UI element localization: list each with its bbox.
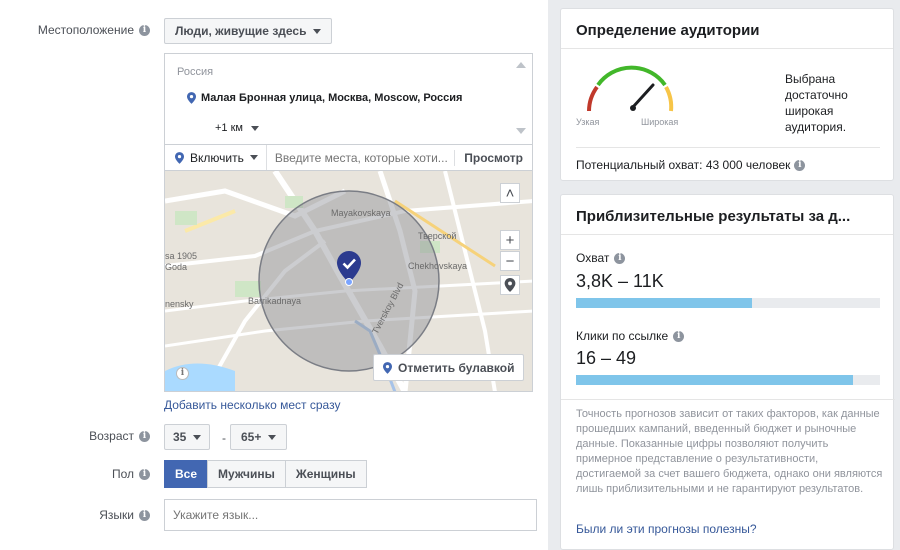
map-label-barrikadnaya: Barrikadnaya	[248, 296, 302, 306]
gauge-icon	[587, 65, 674, 112]
zoom-in-button[interactable]: +	[500, 230, 520, 250]
locate-button[interactable]	[500, 275, 520, 295]
location-pin-icon	[175, 151, 184, 164]
gender-women-button[interactable]: Женщины	[284, 460, 367, 488]
link-clicks-label-row: Клики по ссылке i	[576, 329, 685, 343]
languages-input[interactable]	[164, 499, 537, 531]
age-max-value: 65+	[241, 430, 262, 444]
languages-label: Языки	[99, 508, 134, 522]
map-label-goda: Goda	[165, 262, 188, 272]
drop-pin-button[interactable]: Отметить булавкой	[373, 354, 525, 381]
chevron-up-icon: ˄	[505, 184, 515, 202]
location-label: Местоположение	[37, 23, 134, 37]
audience-definition-card: Определение аудитории Узкая Широкая Выбр…	[560, 8, 894, 181]
selected-location[interactable]: Малая Бронная улица, Москва, Moscow, Рос…	[187, 92, 462, 104]
map-label-tverskoy: Тверской	[418, 231, 457, 241]
add-many-locations-link[interactable]: Добавить несколько мест сразу	[164, 398, 340, 412]
scroll-up-icon[interactable]	[516, 62, 526, 68]
caret-down-icon	[193, 434, 202, 440]
drop-pin-label: Отметить булавкой	[398, 360, 515, 375]
location-label-row: Местоположение i	[38, 23, 150, 37]
info-icon[interactable]: i	[139, 430, 150, 442]
targeting-form: Местоположение i Люди, живущие здесь Рос…	[0, 0, 548, 550]
location-pin-icon	[504, 278, 516, 292]
audience-gauge: Узкая Широкая	[575, 63, 685, 127]
info-icon[interactable]: i	[139, 24, 150, 36]
map-label-krasnopresnensky: nensky	[165, 299, 194, 309]
info-icon[interactable]: i	[673, 330, 685, 342]
right-sidebar: Определение аудитории Узкая Широкая Выбр…	[548, 0, 900, 550]
radius-dropdown[interactable]: +1 км	[215, 122, 259, 134]
location-type-dropdown[interactable]: Люди, живущие здесь	[164, 18, 333, 44]
gender-all-button[interactable]: Все	[164, 460, 209, 488]
scroll-down-icon[interactable]	[516, 128, 526, 134]
gender-men-button[interactable]: Мужчины	[207, 460, 286, 488]
reach-value: 3,8K – 11K	[576, 271, 664, 291]
caret-down-icon	[313, 28, 322, 34]
map[interactable]: Mayakovskaya Тверской Chekhovskaya sa 19…	[164, 171, 533, 392]
gauge-broad-label: Широкая	[641, 117, 679, 127]
caret-down-icon	[268, 434, 277, 440]
link-clicks-bar-fill	[576, 375, 853, 385]
reach-bar-fill	[576, 298, 753, 308]
location-search-input[interactable]	[266, 150, 455, 165]
gender-label-row: Пол i	[112, 467, 150, 481]
info-icon[interactable]: i	[794, 159, 806, 171]
plus-icon: +	[505, 231, 515, 249]
link-clicks-bar	[576, 375, 880, 385]
gender-selector: Все Мужчины Женщины	[164, 460, 367, 488]
map-label-mayakovskaya: Mayakovskaya	[331, 208, 391, 218]
caret-down-icon	[250, 125, 259, 131]
reach-label: Охват	[576, 251, 610, 265]
location-pin-icon	[383, 361, 392, 374]
potential-reach-text: Потенциальный охват: 43 000 человек	[576, 158, 791, 172]
caret-down-icon	[249, 155, 258, 160]
audience-status-text: Выбрана достаточно широкая аудитория.	[785, 72, 848, 134]
age-min-value: 35	[173, 430, 187, 444]
map-label-1905: sa 1905	[165, 251, 198, 261]
potential-reach-row: Потенциальный охват: 43 000 человек i	[576, 147, 880, 172]
map-info-icon[interactable]: i	[176, 367, 189, 380]
location-type-label: Люди, живущие здесь	[175, 24, 307, 38]
zoom-out-button[interactable]: −	[500, 251, 520, 271]
minus-icon: −	[505, 252, 515, 270]
radius-value: +1 км	[215, 122, 243, 134]
selected-location-text: Малая Бронная улица, Москва, Moscow, Рос…	[201, 92, 463, 104]
map-label-chekhovskaya: Chekhovskaya	[408, 261, 468, 271]
map-center-dot	[345, 278, 353, 286]
map-collapse-button[interactable]: ˄	[500, 183, 520, 203]
browse-button[interactable]: Просмотр	[454, 149, 532, 166]
reach-label-row: Охват i	[576, 251, 626, 265]
location-search-bar: Включить Просмотр	[164, 145, 533, 171]
info-icon[interactable]: i	[139, 509, 150, 521]
info-icon[interactable]: i	[139, 468, 150, 480]
estimated-results-card: Приблизительные результаты за д... Охват…	[560, 194, 895, 550]
location-list: Россия Малая Бронная улица, Москва, Mosc…	[164, 53, 533, 145]
info-icon[interactable]: i	[614, 252, 626, 264]
age-label-row: Возраст i	[89, 429, 150, 443]
divider	[561, 399, 895, 400]
age-min-dropdown[interactable]: 35	[164, 424, 211, 450]
gender-label: Пол	[111, 467, 134, 481]
link-clicks-label: Клики по ссылке	[576, 329, 669, 343]
country-heading: Россия	[177, 66, 214, 78]
audience-definition-title: Определение аудитории	[561, 9, 893, 49]
gauge-narrow-label: Узкая	[576, 117, 600, 127]
estimated-results-title: Приблизительные результаты за д...	[561, 195, 893, 235]
age-separator: -	[222, 431, 226, 445]
location-pin-icon	[187, 92, 196, 104]
reach-bar	[576, 298, 880, 308]
include-label: Включить	[190, 150, 244, 165]
include-dropdown[interactable]: Включить	[165, 145, 267, 170]
link-clicks-value: 16 – 49	[576, 348, 637, 368]
languages-label-row: Языки i	[99, 508, 150, 522]
estimate-disclaimer: Точность прогнозов зависит от таких факт…	[576, 408, 883, 495]
feedback-link[interactable]: Были ли эти прогнозы полезны?	[576, 522, 757, 536]
age-max-dropdown[interactable]: 65+	[230, 424, 288, 450]
age-label: Возраст	[89, 429, 134, 443]
